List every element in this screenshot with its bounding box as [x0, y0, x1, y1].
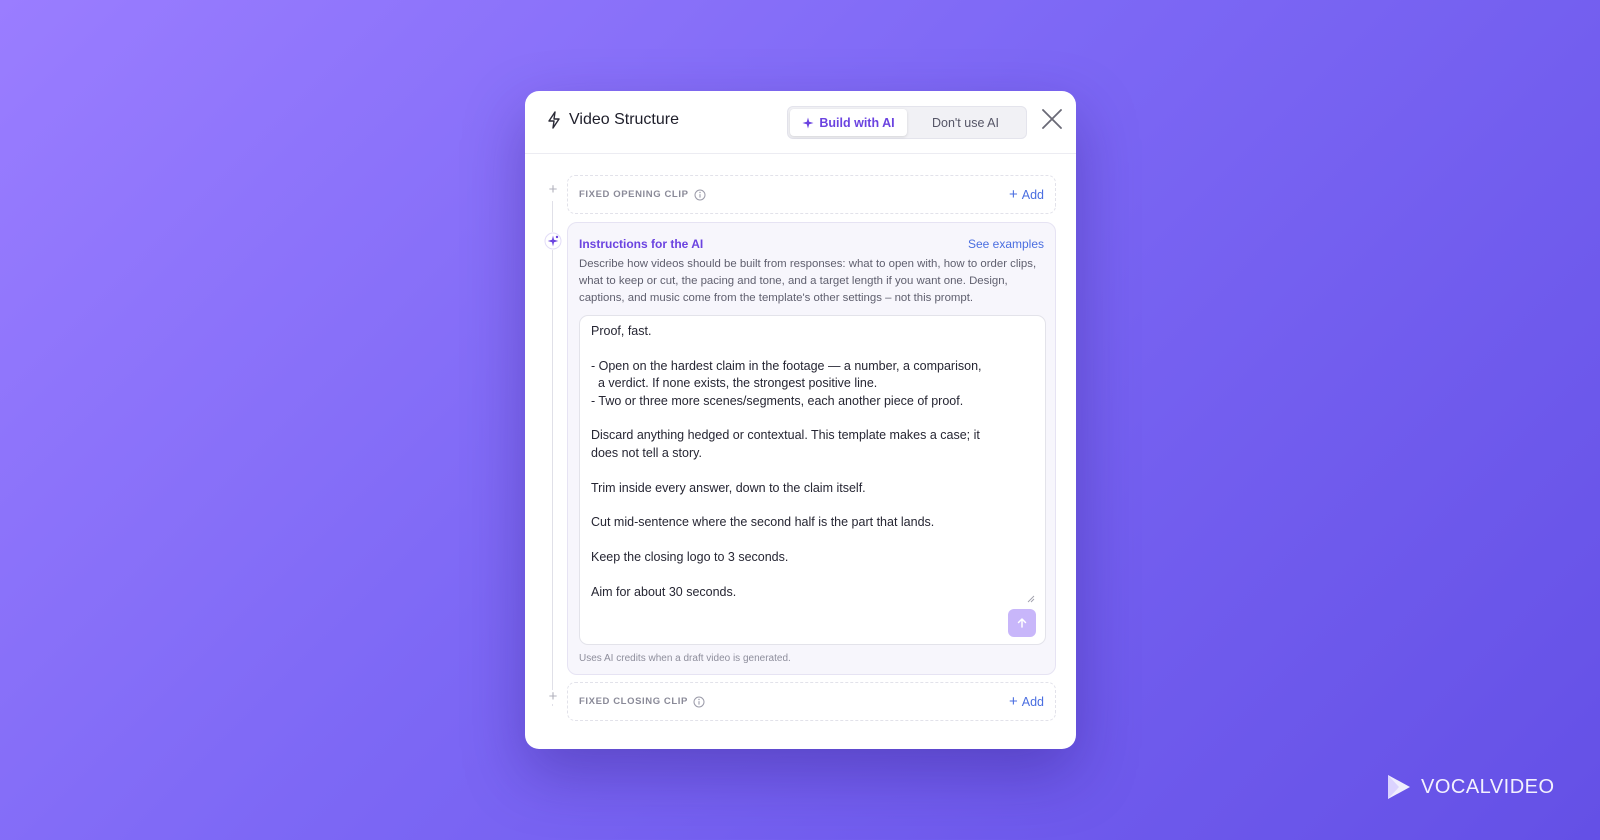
plus-icon: +	[1008, 185, 1018, 203]
video-structure-modal: Video Structure Build with AI Don't use …	[525, 91, 1076, 749]
opening-clip-label: FIXED OPENING CLIP	[579, 189, 689, 200]
send-button[interactable]	[1008, 609, 1036, 637]
see-examples-link[interactable]: See examples	[968, 237, 1044, 251]
brand-logo: VOCALVIDEO	[1385, 773, 1555, 801]
closing-clip-label: FIXED CLOSING CLIP	[579, 696, 688, 707]
prompt-box	[579, 315, 1046, 645]
brand-name: VOCALVIDEO	[1421, 775, 1555, 798]
info-icon[interactable]	[693, 696, 705, 708]
timeline-rail	[552, 201, 553, 706]
ai-mode-toggle: Build with AI Don't use AI	[787, 106, 1027, 139]
title-wrap: Video Structure	[547, 111, 679, 129]
arrow-up-icon	[1017, 618, 1027, 628]
opening-clip-row: FIXED OPENING CLIP + Add	[567, 175, 1056, 214]
sparkle-icon	[802, 117, 814, 128]
closing-clip-row: FIXED CLOSING CLIP + Add	[567, 682, 1056, 721]
modal-header: Video Structure Build with AI Don't use …	[525, 91, 1076, 154]
ai-prompt-textarea[interactable]	[591, 323, 1031, 598]
dont-use-ai-button[interactable]: Don't use AI	[907, 109, 1024, 136]
close-button[interactable]	[1039, 106, 1065, 132]
bolt-icon	[548, 111, 560, 129]
credits-note: Uses AI credits when a draft video is ge…	[579, 653, 791, 664]
add-closing-clip-button[interactable]: + Add	[1008, 692, 1044, 710]
plus-icon: +	[1008, 692, 1018, 710]
dont-use-ai-label: Don't use AI	[931, 115, 999, 130]
close-icon	[1042, 109, 1062, 129]
add-opening-clip-button[interactable]: + Add	[1008, 185, 1044, 203]
ai-instructions-card: Instructions for the AI See examples Des…	[567, 222, 1056, 675]
ai-instructions-title: Instructions for the AI	[579, 237, 704, 251]
play-logo-icon	[1388, 775, 1410, 799]
add-opening-label: Add	[1021, 187, 1044, 202]
info-icon[interactable]	[694, 189, 706, 201]
modal-title: Video Structure	[569, 111, 679, 128]
add-closing-label: Add	[1021, 694, 1044, 709]
opening-plus-icon[interactable]: +	[546, 182, 560, 197]
ai-sparkle-marker-icon	[544, 232, 562, 250]
resize-handle-icon[interactable]	[1027, 595, 1035, 603]
build-with-ai-button[interactable]: Build with AI	[790, 109, 907, 136]
closing-plus-icon[interactable]: +	[546, 689, 560, 704]
ai-instructions-description: Describe how videos should be built from…	[579, 258, 1037, 304]
build-with-ai-label: Build with AI	[819, 115, 895, 130]
